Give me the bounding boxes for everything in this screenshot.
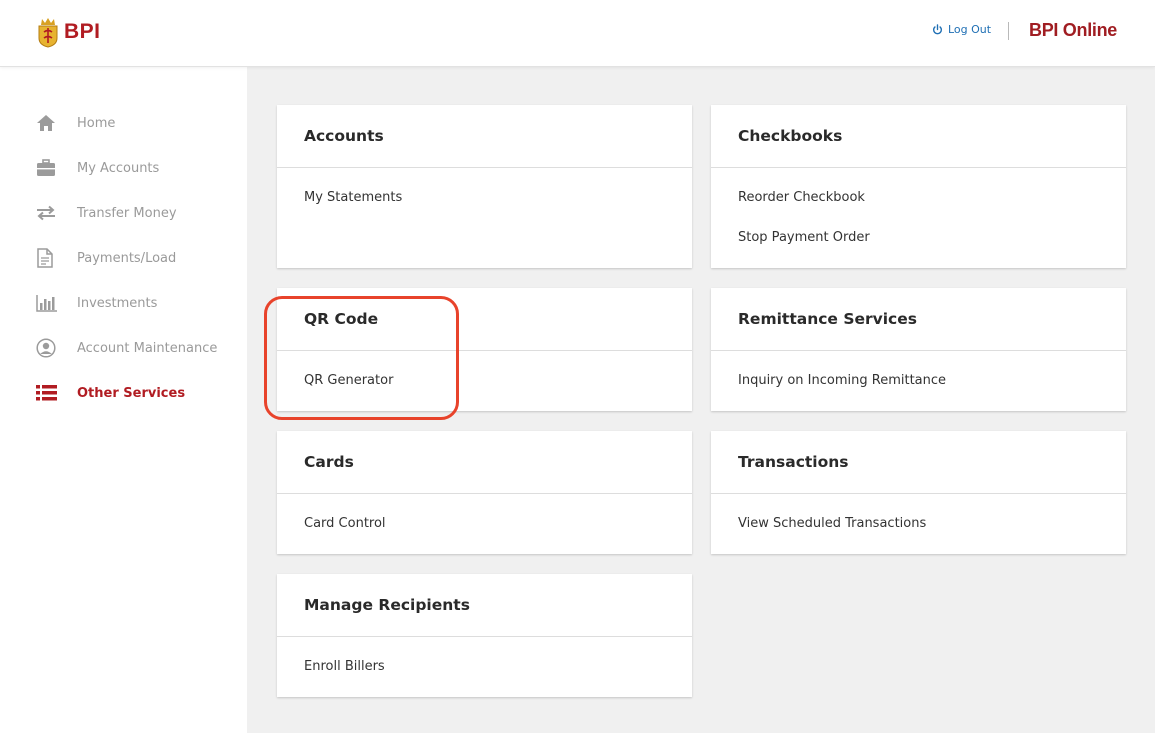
bar-chart-icon [36, 293, 58, 313]
cards-card: Cards Card Control [277, 431, 692, 554]
main-content: Accounts My Statements Checkbooks Reorde… [247, 67, 1155, 733]
sidebar-item-other-services[interactable]: Other Services [36, 382, 185, 404]
checkbooks-card: Checkbooks Reorder Checkbook Stop Paymen… [711, 105, 1126, 268]
sidebar-item-investments[interactable]: Investments [36, 292, 157, 314]
enroll-billers-link[interactable]: Enroll Billers [304, 659, 692, 699]
sidebar-item-transfer-money[interactable]: Transfer Money [36, 202, 177, 224]
sidebar-item-label: My Accounts [77, 160, 160, 176]
card-title: Remittance Services [711, 288, 1126, 351]
document-icon [36, 248, 58, 268]
list-icon [36, 383, 58, 403]
reorder-checkbook-link[interactable]: Reorder Checkbook [738, 190, 1126, 230]
sidebar-item-label: Investments [77, 295, 158, 311]
bpi-logo[interactable]: BPI [36, 15, 101, 49]
sidebar-item-label: Payments/Load [77, 250, 177, 266]
sidebar-item-account-maintenance[interactable]: Account Maintenance [36, 337, 217, 359]
remittance-services-card: Remittance Services Inquiry on Incoming … [711, 288, 1126, 411]
sidebar-item-label: Account Maintenance [77, 340, 218, 356]
briefcase-icon [36, 158, 58, 178]
transfer-arrows-icon [36, 203, 58, 223]
sidebar-item-payments-load[interactable]: Payments/Load [36, 247, 176, 269]
card-title: Cards [277, 431, 692, 494]
sidebar-item-label: Transfer Money [77, 205, 177, 221]
qr-code-card: QR Code QR Generator [277, 288, 692, 411]
top-header: BPI Log Out BPI Online [0, 0, 1155, 67]
sidebar-item-label: Home [77, 115, 116, 131]
accounts-card: Accounts My Statements [277, 105, 692, 268]
logout-button[interactable]: Log Out [932, 23, 991, 36]
incoming-remittance-link[interactable]: Inquiry on Incoming Remittance [738, 373, 1126, 413]
scheduled-transactions-link[interactable]: View Scheduled Transactions [738, 516, 1126, 556]
manage-recipients-card: Manage Recipients Enroll Billers [277, 574, 692, 697]
card-title: QR Code [277, 288, 692, 351]
sidebar: Home My Accounts Transfer Money Payments… [0, 67, 247, 733]
logout-label: Log Out [948, 23, 992, 36]
logo-text: BPI [64, 20, 101, 43]
bpi-crest-icon [38, 18, 58, 48]
card-title: Accounts [277, 105, 692, 168]
header-divider [1008, 22, 1009, 40]
card-title: Manage Recipients [277, 574, 692, 637]
qr-generator-link[interactable]: QR Generator [304, 373, 692, 413]
brand-title: BPI Online [1029, 20, 1118, 40]
stop-payment-order-link[interactable]: Stop Payment Order [738, 230, 1126, 270]
power-icon [932, 24, 943, 35]
home-icon [36, 113, 58, 133]
card-title: Transactions [711, 431, 1126, 494]
sidebar-item-label: Other Services [77, 385, 186, 401]
sidebar-item-home[interactable]: Home [36, 112, 115, 134]
transactions-card: Transactions View Scheduled Transactions [711, 431, 1126, 554]
card-control-link[interactable]: Card Control [304, 516, 692, 556]
sidebar-item-my-accounts[interactable]: My Accounts [36, 157, 159, 179]
my-statements-link[interactable]: My Statements [304, 190, 692, 230]
user-circle-icon [36, 338, 58, 358]
card-title: Checkbooks [711, 105, 1126, 168]
